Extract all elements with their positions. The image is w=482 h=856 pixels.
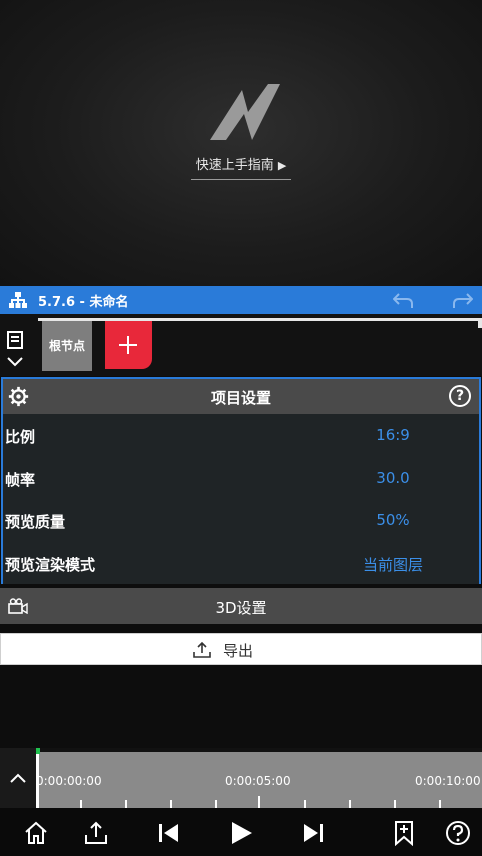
- help-icon[interactable]: [445, 820, 471, 846]
- project-settings-header[interactable]: 项目设置 ?: [3, 379, 479, 414]
- root-node-button[interactable]: 根节点: [42, 321, 92, 371]
- guide-label: 快速上手指南: [195, 158, 274, 173]
- redo-icon[interactable]: [453, 291, 473, 309]
- add-layer-button[interactable]: [105, 321, 152, 369]
- setting-row-aspect-ratio[interactable]: 比例 16:9: [3, 414, 479, 457]
- timecode-label: 0:00:00:00: [36, 774, 102, 788]
- ruler-tick: [304, 800, 306, 808]
- setting-label: 帧率: [5, 470, 36, 489]
- skip-forward-icon[interactable]: [300, 820, 326, 846]
- undo-icon[interactable]: [393, 291, 413, 309]
- ruler-tick: [349, 800, 351, 808]
- play-arrow-icon: ▶: [277, 159, 287, 172]
- chevron-up-icon: [10, 773, 26, 783]
- quick-start-guide-link[interactable]: 快速上手指南 ▶: [191, 157, 291, 180]
- ruler-tick: [125, 800, 127, 808]
- timeline-expand-button[interactable]: [0, 748, 36, 808]
- playhead[interactable]: [36, 748, 39, 808]
- ruler-tick: [258, 796, 260, 808]
- share-icon[interactable]: [83, 820, 109, 846]
- help-icon[interactable]: ?: [449, 385, 471, 407]
- setting-label: 比例: [5, 428, 36, 446]
- setting-value[interactable]: 16:9: [303, 426, 482, 444]
- layer-menu-icon[interactable]: [5, 330, 27, 374]
- timeline-ruler[interactable]: 0:00:00:00 0:00:05:00 0:00:10:00: [36, 748, 482, 808]
- ruler-tick: [80, 800, 82, 808]
- home-icon[interactable]: [23, 820, 49, 846]
- setting-row-preview-render-mode[interactable]: 预览渲染模式 当前图层: [3, 541, 482, 584]
- 3d-settings-title: 3D设置: [215, 599, 267, 617]
- setting-label: 预览质量: [5, 513, 66, 531]
- timecode-label: 0:00:10:00: [415, 774, 481, 788]
- project-title: 5.7.6 - 未命名: [38, 295, 129, 310]
- upload-icon: [193, 641, 211, 658]
- ruler-tick: [170, 800, 172, 808]
- playhead-marker: [36, 748, 40, 754]
- layer-tree-icon[interactable]: [9, 292, 27, 308]
- timeline: 0:00:00:00 0:00:05:00 0:00:10:00: [0, 748, 482, 808]
- export-label: 导出: [223, 642, 254, 660]
- timecode-label: 0:00:05:00: [225, 774, 291, 788]
- 3d-settings-header[interactable]: 3D设置: [0, 588, 482, 624]
- bookmark-icon[interactable]: [391, 820, 417, 846]
- setting-value[interactable]: 当前图层: [303, 554, 482, 575]
- bottom-toolbar: [0, 808, 482, 856]
- preview-canvas[interactable]: 快速上手指南 ▶: [0, 0, 482, 286]
- ruler-tick: [394, 800, 396, 808]
- setting-row-preview-quality[interactable]: 预览质量 50%: [3, 499, 479, 542]
- layer-strip-end: [478, 318, 482, 328]
- setting-label: 预览渲染模式: [5, 555, 96, 574]
- play-icon[interactable]: [228, 820, 254, 846]
- skip-back-icon[interactable]: [156, 820, 182, 846]
- title-bar: 5.7.6 - 未命名: [0, 286, 482, 314]
- setting-value[interactable]: 50%: [303, 511, 482, 529]
- project-settings-title: 项目设置: [210, 389, 271, 407]
- export-button[interactable]: 导出: [0, 633, 482, 665]
- setting-row-frame-rate[interactable]: 帧率 30.0: [3, 456, 482, 499]
- ruler-tick: [215, 800, 217, 808]
- app-logo-icon: [210, 84, 280, 140]
- setting-value[interactable]: 30.0: [303, 469, 482, 487]
- ruler-tick: [439, 800, 441, 808]
- project-settings-panel: 项目设置 ? 比例 16:9 帧率 30.0 预览质量 50% 预览渲染模式 当…: [1, 377, 481, 584]
- layer-bar: 根节点: [0, 314, 482, 376]
